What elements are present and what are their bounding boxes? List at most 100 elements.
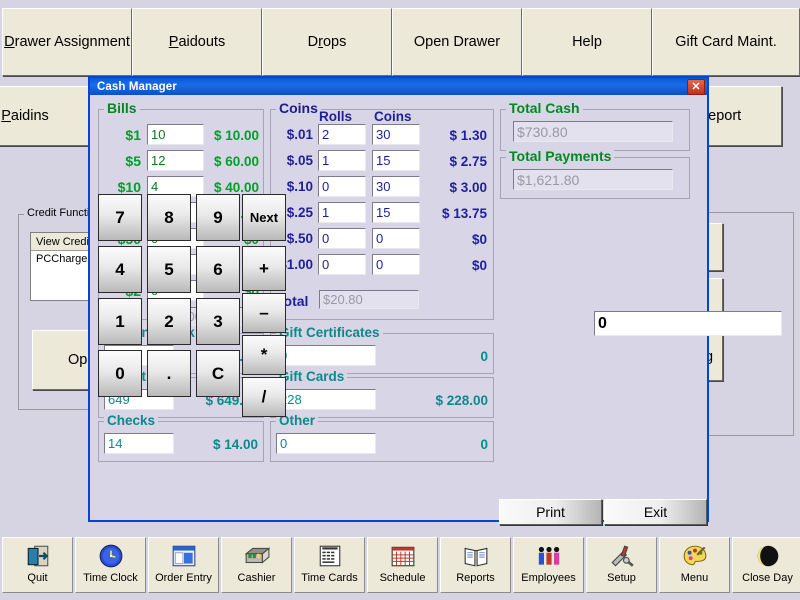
- coin-rolls-input[interactable]: 0: [318, 176, 366, 197]
- taskbar-item-label: Setup: [607, 572, 636, 584]
- total-cash-value: $730.80: [513, 121, 673, 142]
- people-icon: [536, 543, 562, 569]
- coin-rolls-input[interactable]: 0: [318, 228, 366, 249]
- keypad-key-8[interactable]: 8: [147, 194, 191, 241]
- coins-col-rolls: Rolls: [319, 109, 353, 124]
- bill-denom-label: $5: [125, 153, 141, 169]
- keypad-key-0[interactable]: 0: [98, 350, 142, 397]
- taskbar-item-employees[interactable]: Employees: [513, 537, 584, 593]
- coin-rolls-input[interactable]: 1: [318, 202, 366, 223]
- keypad-key-2[interactable]: 2: [147, 298, 191, 345]
- bottom-taskbar: Quit Time Clock Order Entry Cashier Time Car…: [0, 530, 800, 600]
- toolbar-button-label: Drops: [307, 34, 347, 50]
- dialog-body: Bills $1 10 $ 10.00 $5 12 $ 60.00 $10 4 $ 40.00 $…: [90, 95, 782, 525]
- coin-denom-label: $.01: [286, 127, 313, 142]
- paidins-button[interactable]: Paidins: [0, 86, 96, 146]
- taskbar-item-reports[interactable]: Reports: [440, 537, 511, 593]
- keypad-key-divide[interactable]: /: [242, 377, 286, 417]
- taskbar-item-schedule[interactable]: Schedule: [367, 537, 438, 593]
- keypad-key-plus[interactable]: +: [242, 246, 286, 291]
- bills-caption: Bills: [104, 101, 140, 115]
- taskbar-item-label: Time Clock: [83, 572, 138, 584]
- gift-certificates-caption: Gift Certificates: [276, 326, 383, 340]
- coin-coins-input[interactable]: 30: [372, 176, 420, 197]
- exit-label: Exit: [643, 504, 668, 520]
- taskbar-item-menu[interactable]: Menu: [659, 537, 730, 593]
- gift-cards-caption: Gift Cards: [276, 370, 348, 384]
- taskbar-item-label: Order Entry: [155, 572, 212, 584]
- coin-denom-label: $.05: [286, 153, 313, 168]
- taskbar-item-setup[interactable]: Setup: [586, 537, 657, 593]
- cash-manager-dialog: Cash Manager ✕ Bills $1 10 $ 10.00 $5 12 $ 60…: [88, 76, 782, 525]
- coin-rolls-input[interactable]: 1: [318, 150, 366, 171]
- taskbar-item-label: Close Day: [742, 572, 793, 584]
- coin-coins-input[interactable]: 15: [372, 150, 420, 171]
- coin-rolls-input[interactable]: 0: [318, 254, 366, 275]
- bill-amount-value: $ 60.00: [213, 154, 259, 169]
- keypad-key-1[interactable]: 1: [98, 298, 142, 345]
- checks-input[interactable]: 14: [104, 433, 174, 454]
- keypad-key-3[interactable]: 3: [196, 298, 240, 345]
- toolbar-button-label: Help: [572, 34, 602, 50]
- coin-rolls-input[interactable]: 2: [318, 124, 366, 145]
- gift-certificates-amount: 0: [480, 349, 488, 364]
- coin-coins-input[interactable]: 15: [372, 202, 420, 223]
- taskbar-item-cashier[interactable]: Cashier: [221, 537, 292, 593]
- palette-icon: [682, 543, 708, 569]
- keypad-key-minus[interactable]: –: [242, 293, 286, 333]
- toolbar-button-paidouts[interactable]: Paidouts: [132, 8, 262, 76]
- toolbar-button-gift-card-maint[interactable]: Gift Card Maint.: [652, 8, 800, 76]
- taskbar-item-label: Employees: [521, 572, 576, 584]
- taskbar-item-time-clock[interactable]: Time Clock: [75, 537, 146, 593]
- paidins-label: Paidins: [1, 108, 49, 124]
- coin-coins-input[interactable]: 30: [372, 124, 420, 145]
- total-payments-caption: Total Payments: [506, 149, 615, 163]
- coin-amount-value: $ 3.00: [449, 180, 487, 195]
- keypad-key-decimal[interactable]: .: [147, 350, 191, 397]
- taskbar-item-label: Cashier: [237, 572, 276, 584]
- taskbar-item-order-entry[interactable]: Order Entry: [148, 537, 219, 593]
- exit-button[interactable]: Exit: [604, 499, 707, 525]
- taskbar-item-quit[interactable]: Quit: [2, 537, 73, 593]
- print-button[interactable]: Print: [499, 499, 602, 525]
- keypad-key-7[interactable]: 7: [98, 194, 142, 241]
- bill-amount-value: $ 10.00: [213, 128, 259, 143]
- coin-amount-value: $0: [471, 258, 487, 273]
- gift-cards-amount: $ 228.00: [435, 393, 488, 408]
- close-icon[interactable]: ✕: [687, 79, 705, 95]
- coin-coins-input[interactable]: 0: [372, 254, 420, 275]
- keypad-key-clear[interactable]: C: [196, 350, 240, 397]
- calendar-icon: [390, 543, 416, 569]
- toolbar-button-label: Gift Card Maint.: [675, 34, 777, 50]
- coin-amount-value: $ 1.30: [449, 128, 487, 143]
- coin-amount-value: $0: [471, 232, 487, 247]
- toolbar-button-drops[interactable]: Drops: [262, 8, 392, 76]
- keypad-key-asterisk[interactable]: *: [242, 335, 286, 375]
- dialog-titlebar[interactable]: Cash Manager ✕: [90, 78, 707, 95]
- tools-icon: [609, 543, 635, 569]
- keypad-display[interactable]: 0: [594, 311, 782, 336]
- quit-icon: [25, 543, 51, 569]
- keypad-key-6[interactable]: 6: [196, 246, 240, 293]
- other-amount: 0: [480, 437, 488, 452]
- coin-denom-label: $.10: [286, 179, 313, 194]
- coins-col-coins: Coins: [374, 109, 412, 124]
- taskbar-item-time-cards[interactable]: Time Cards: [294, 537, 365, 593]
- coin-coins-input[interactable]: 0: [372, 228, 420, 249]
- close-glyph: ✕: [691, 80, 701, 93]
- bill-amount-value: $ 40.00: [213, 180, 259, 195]
- taskbar-item-close-day[interactable]: Close Day: [732, 537, 800, 593]
- window-icon: [171, 543, 197, 569]
- toolbar-button-drawer-assignment[interactable]: Drawer Assignment: [2, 8, 132, 76]
- taskbar-item-label: Schedule: [379, 572, 426, 584]
- toolbar-button-open-drawer[interactable]: Open Drawer: [392, 8, 522, 76]
- keypad-key-4[interactable]: 4: [98, 246, 142, 293]
- keypad-key-9[interactable]: 9: [196, 194, 240, 241]
- toolbar-button-help[interactable]: Help: [522, 8, 652, 76]
- keypad-key-5[interactable]: 5: [147, 246, 191, 293]
- checks-amount: $ 14.00: [212, 437, 258, 452]
- punch-card-icon: [317, 543, 343, 569]
- coin-amount-value: $ 13.75: [441, 206, 487, 221]
- keypad-key-next[interactable]: Next: [242, 194, 286, 241]
- coins-total-value: $20.80: [319, 290, 419, 309]
